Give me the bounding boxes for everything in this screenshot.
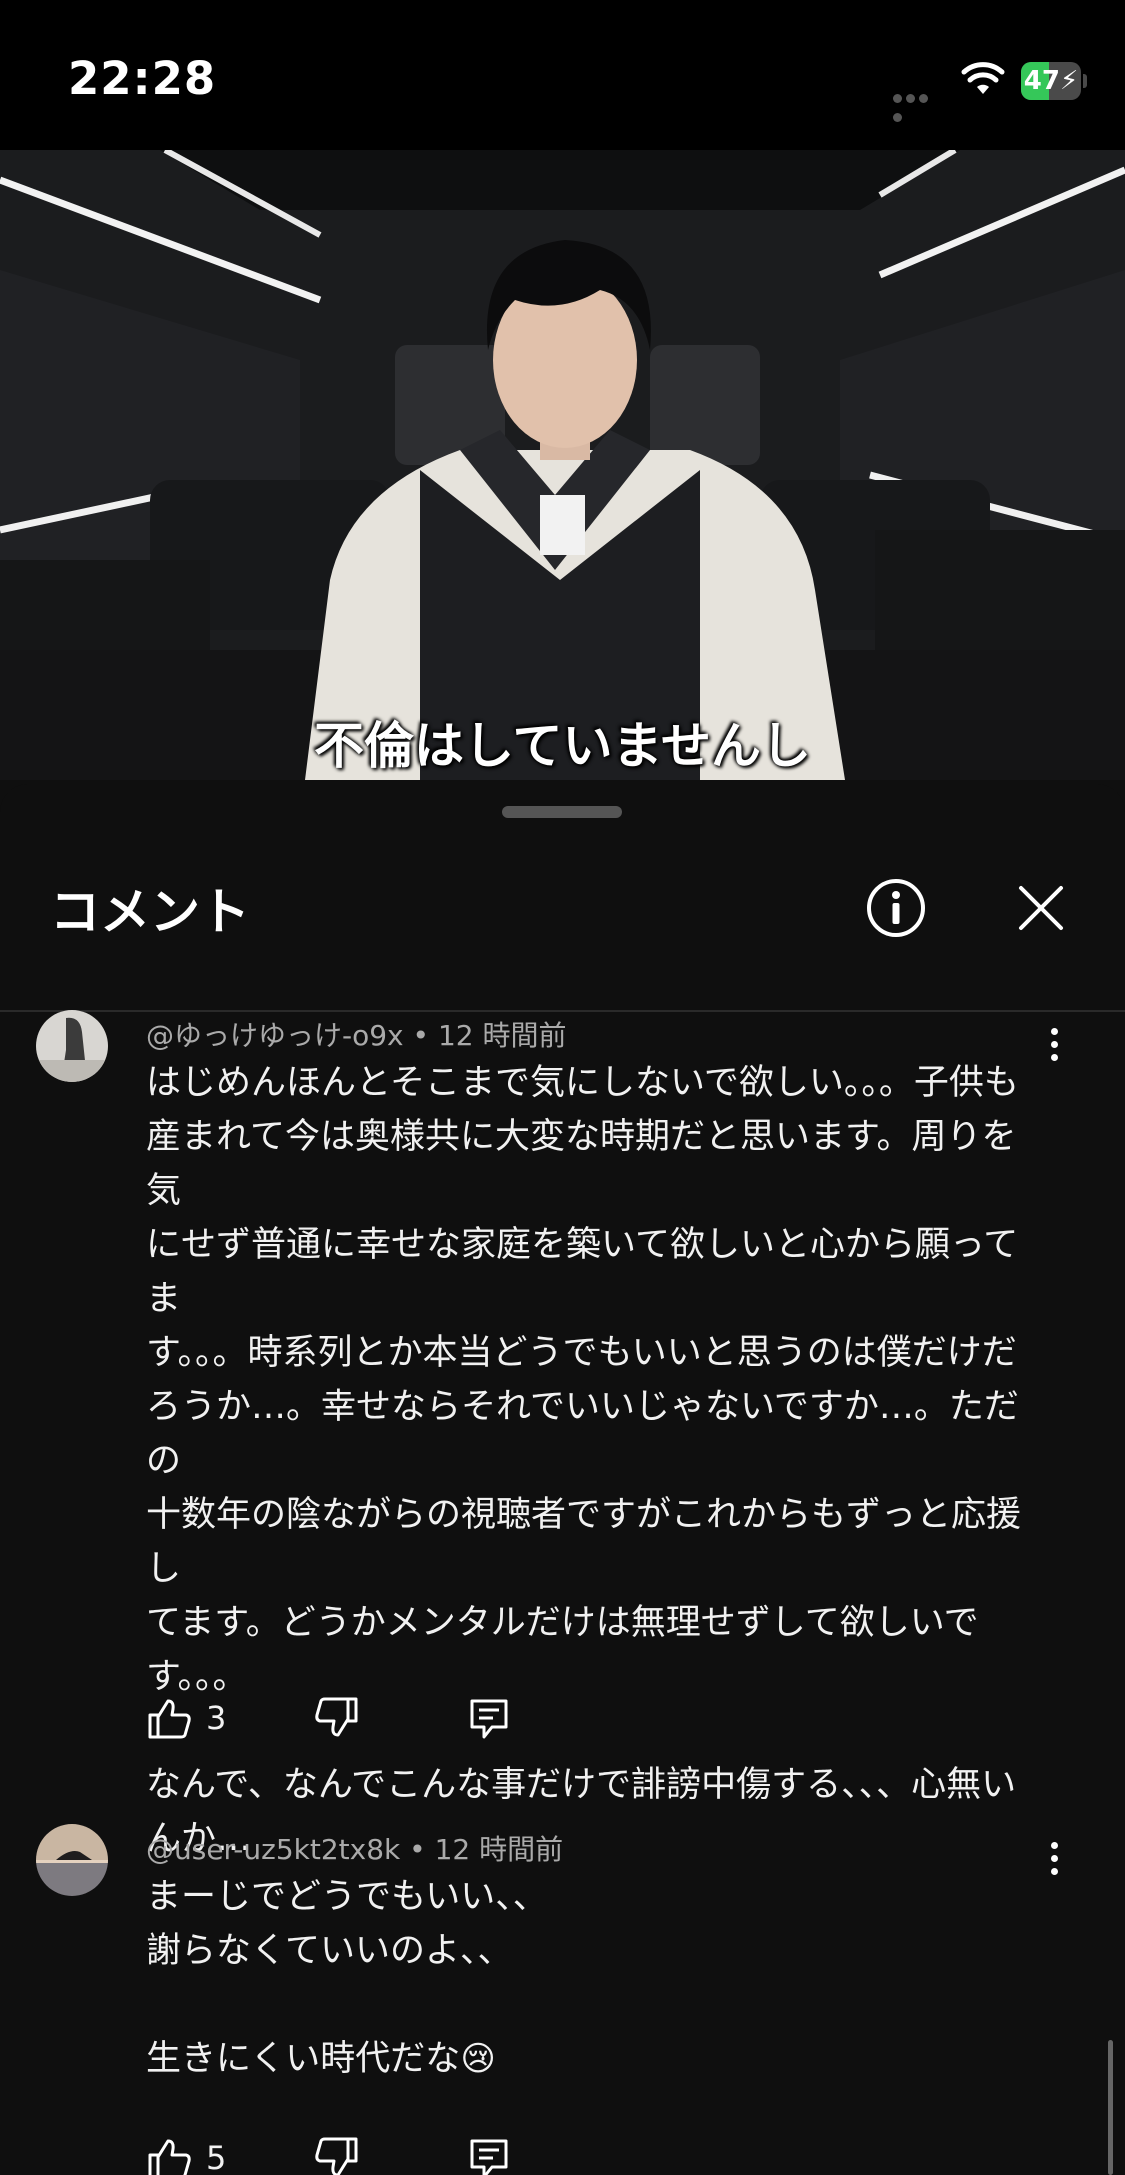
header-divider xyxy=(0,1010,1125,1012)
wifi-icon xyxy=(961,62,1005,94)
info-icon xyxy=(867,879,925,937)
avatar[interactable] xyxy=(36,1824,108,1896)
thumbs-up-icon xyxy=(148,1699,191,1739)
comment-author[interactable]: @user-uz5kt2tx8k xyxy=(146,1833,400,1866)
battery-icon: 47⚡ xyxy=(1021,62,1087,100)
reply-icon xyxy=(470,1699,508,1739)
crying-face-emoji: 😢 xyxy=(460,2039,496,2079)
comment-more-button[interactable] xyxy=(1030,1020,1078,1068)
cellular-signal-icon xyxy=(893,88,943,122)
status-time: 22:28 xyxy=(68,52,217,105)
battery-level: 47 xyxy=(1023,66,1060,96)
comment-meta: @ゆっけゆっけ-o9x • 12 時間前 xyxy=(146,1014,566,1054)
reply-icon xyxy=(470,2139,508,2175)
thumbs-down-icon xyxy=(315,1697,358,1737)
video-frame xyxy=(0,150,1125,780)
info-button[interactable] xyxy=(864,876,928,940)
video-player[interactable]: 不倫はしていませんし xyxy=(0,150,1125,780)
status-bar: 22:28 47⚡ xyxy=(0,0,1125,150)
meta-separator: • xyxy=(409,1833,435,1866)
thumbs-up-icon xyxy=(148,2139,191,2175)
reply-button[interactable] xyxy=(466,1690,512,1746)
like-count: 5 xyxy=(206,2139,227,2175)
like-count: 3 xyxy=(206,1699,227,1737)
like-button[interactable]: 3 xyxy=(146,1690,226,1746)
comment-more-button[interactable] xyxy=(1030,1834,1078,1882)
thumbs-down-icon xyxy=(315,2137,358,2175)
comment-author[interactable]: @ゆっけゆっけ-o9x xyxy=(146,1019,404,1052)
comment-actions: 3 xyxy=(146,1690,646,1746)
comment-timestamp: 12 時間前 xyxy=(434,1833,564,1866)
comment-actions: 5 xyxy=(146,2130,646,2175)
dislike-button[interactable] xyxy=(314,1690,360,1746)
reply-button[interactable] xyxy=(466,2130,512,2175)
like-button[interactable]: 5 xyxy=(146,2130,226,2175)
comment-meta: @user-uz5kt2tx8k • 12 時間前 xyxy=(146,1828,563,1868)
comment-text: まーじでどうでもいい、、 謝らなくていいのよ、、 生きにくい時代だな😢 xyxy=(146,1870,1026,2086)
close-button[interactable] xyxy=(1009,876,1073,940)
comment-timestamp: 12 時間前 xyxy=(437,1019,567,1052)
close-icon xyxy=(1019,886,1063,930)
scrollbar[interactable] xyxy=(1108,2040,1113,2175)
dislike-button[interactable] xyxy=(314,2130,360,2175)
meta-separator: • xyxy=(412,1019,438,1052)
video-subtitle: 不倫はしていませんし xyxy=(314,717,811,775)
comments-title: コメント xyxy=(50,883,250,941)
avatar[interactable] xyxy=(36,1010,108,1082)
drag-handle[interactable] xyxy=(502,806,622,818)
